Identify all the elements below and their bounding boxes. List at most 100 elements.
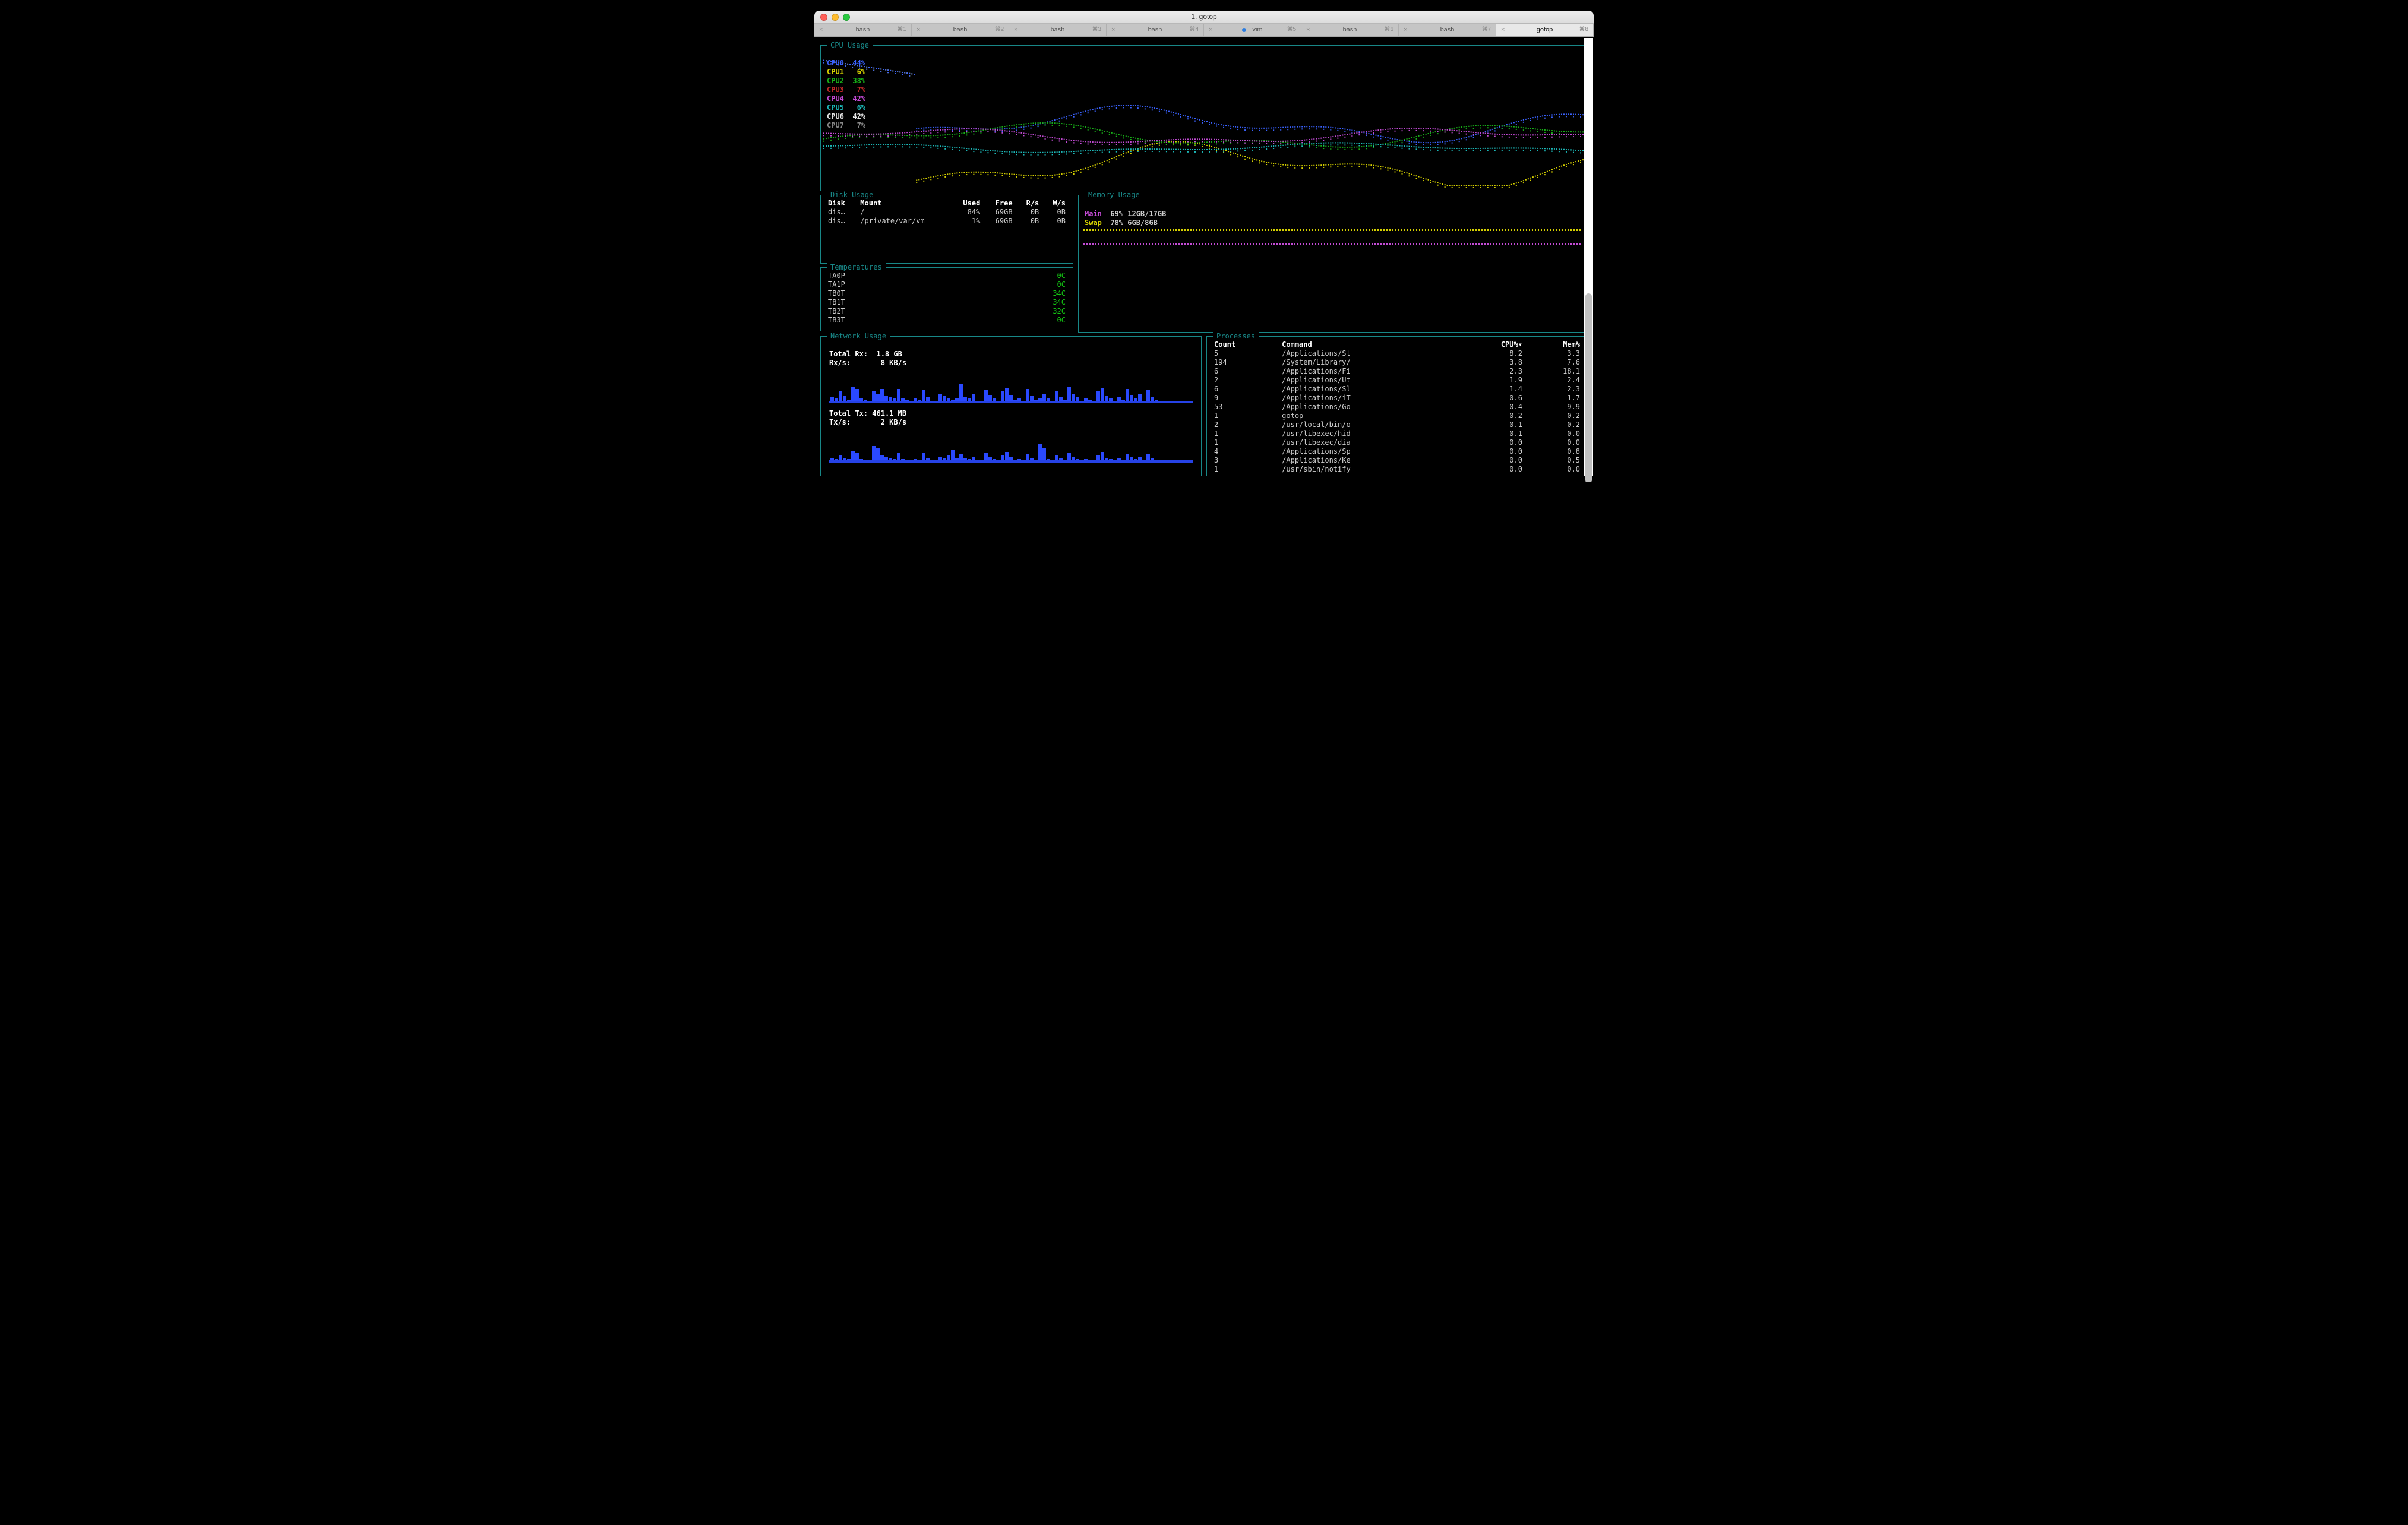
process-table[interactable]: CountCommandCPU%▾Mem%5/Applications/St8.… [1211,340,1584,474]
close-tab-icon[interactable]: × [819,26,823,34]
close-tab-icon[interactable]: × [1209,26,1212,34]
close-tab-icon[interactable]: × [1501,26,1505,34]
close-icon[interactable] [820,14,827,21]
tab-shortcut: ⌘4 [1189,26,1199,34]
temp-row-TA1P: TA1P0C [824,280,1069,289]
window-title: 1. gotop [850,12,1558,21]
proc-col-command[interactable]: Command [1278,340,1458,349]
close-tab-icon[interactable]: × [1111,26,1115,34]
process-row[interactable]: 6/Applications/Sl1.42.3 [1211,385,1584,394]
panel-title: Disk Usage [827,191,877,200]
scrollbar[interactable] [1584,38,1593,476]
tab-strip: ×bash⌘1×bash⌘2×bash⌘3×bash⌘4×vim⌘5×bash⌘… [814,24,1594,37]
close-tab-icon[interactable]: × [1404,26,1407,34]
tab-gotop-8[interactable]: ×gotop⌘8 [1496,24,1594,36]
net-rx-rate: Rx/s: 8 KB/s [829,359,1193,368]
cpu-legend-cpu0: CPU0 44% [827,59,865,68]
net-tx-sparkline [829,439,1193,460]
disk-table: DiskMountUsedFreeR/sW/sdis…/84%69GB0B0Bd… [824,199,1069,226]
tab-label: bash [1343,26,1357,34]
tab-label: bash [1148,26,1162,34]
terminal-window: 1. gotop ×bash⌘1×bash⌘2×bash⌘3×bash⌘4×vi… [814,11,1594,482]
panel-title: Temperatures [827,263,886,272]
disk-row: dis…/private/var/vm1%69GB0B0B [824,217,1069,226]
process-row[interactable]: 1/usr/libexec/dia0.00.0 [1211,438,1584,447]
process-row[interactable]: 3/Applications/Ke0.00.5 [1211,456,1584,465]
tab-bash-4[interactable]: × bash ⌘4 [1107,24,1204,36]
net-rx-sparkline [829,379,1193,401]
tab-shortcut: ⌘6 [1384,26,1393,34]
proc-col-count[interactable]: Count [1211,340,1278,349]
tab-shortcut: ⌘5 [1287,26,1296,34]
sort-desc-icon: ▾ [1518,340,1522,349]
process-row[interactable]: 1/usr/sbin/notify0.00.0 [1211,465,1584,474]
cpu-legend-cpu5: CPU5 6% [827,103,865,112]
mem-swap-line: Swap 78% 6GB/8GB [1082,219,1584,227]
process-row[interactable]: 2/usr/local/bin/o0.10.2 [1211,420,1584,429]
terminal-body: CPU Usage CPU0 44%CPU1 6%CPU2 38%CPU3 7%… [814,37,1594,482]
panel-title: Memory Usage [1085,191,1143,200]
minimize-icon[interactable] [832,14,839,21]
process-row[interactable]: 5/Applications/St8.23.3 [1211,349,1584,358]
cpu-usage-panel: CPU Usage CPU0 44%CPU1 6%CPU2 38%CPU3 7%… [820,45,1588,191]
tab-bash-1[interactable]: × bash ⌘1 [814,24,912,36]
tab-bash-2[interactable]: ×bash⌘2 [912,24,1009,36]
tab-vim-5[interactable]: × vim ⌘5 [1204,24,1301,36]
temp-row-TB2T: TB2T32C [824,307,1069,316]
cpu-legend-cpu3: CPU3 7% [827,86,865,94]
temperatures-panel: Temperatures TA0P0CTA1P0CTB0T34CTB1T34CT… [820,267,1073,331]
process-row[interactable]: 2/Applications/Ut1.92.4 [1211,376,1584,385]
tab-shortcut: ⌘1 [897,26,906,34]
tab-shortcut: ⌘8 [1579,26,1588,34]
close-tab-icon[interactable]: × [1014,26,1017,34]
disk-col-r/s: R/s [1016,199,1043,208]
tab-label: bash [1440,26,1455,34]
tab-bash-7[interactable]: × bash ⌘7 [1399,24,1496,36]
tab-shortcut: ⌘7 [1481,26,1491,34]
tab-bash-6[interactable]: × bash ⌘6 [1301,24,1399,36]
process-row[interactable]: 9/Applications/iT0.61.7 [1211,394,1584,403]
process-row[interactable]: 53/Applications/Go0.49.9 [1211,403,1584,412]
network-usage-panel: Network Usage Total Rx: 1.8 GB Rx/s: 8 K… [820,336,1202,476]
cpu-legend-cpu2: CPU2 38% [827,77,865,86]
disk-col-used: Used [952,199,984,208]
cpu-legend-cpu7: CPU7 7% [827,121,865,130]
temp-row-TB3T: TB3T0C [824,316,1069,325]
tab-label: bash [856,26,870,34]
proc-col-cpu[interactable]: CPU%▾ [1458,340,1526,349]
modified-dot-icon [1242,28,1246,32]
tab-label: bash [1051,26,1065,34]
tab-label: vim [1252,26,1262,34]
zoom-icon[interactable] [843,14,850,21]
disk-row: dis…/84%69GB0B0B [824,208,1069,217]
cpu-legend-cpu6: CPU6 42% [827,112,865,121]
temp-row-TB1T: TB1T34C [824,298,1069,307]
mem-swap-graph [1083,229,1582,231]
process-row[interactable]: 194/System/Library/3.87.6 [1211,358,1584,367]
close-tab-icon[interactable]: × [1306,26,1310,34]
titlebar[interactable]: 1. gotop [814,11,1594,24]
tab-bash-3[interactable]: × bash ⌘3 [1009,24,1107,36]
net-rx-total: Total Rx: 1.8 GB [829,350,1193,359]
temp-row-TA0P: TA0P0C [824,271,1069,280]
close-tab-icon[interactable]: × [917,26,920,34]
process-row[interactable]: 4/Applications/Sp0.00.8 [1211,447,1584,456]
process-row[interactable]: 6/Applications/Fi2.318.1 [1211,367,1584,376]
tab-shortcut: ⌘3 [1092,26,1101,34]
cpu-legend-cpu1: CPU1 6% [827,68,865,77]
tab-shortcut: ⌘2 [994,26,1004,34]
cpu-graph [823,48,1585,188]
disk-col-w/s: W/s [1042,199,1069,208]
mem-main-line: Main 69% 12GB/17GB [1082,210,1584,219]
disk-usage-panel: Disk Usage DiskMountUsedFreeR/sW/sdis…/8… [820,195,1073,264]
panel-title: Network Usage [827,332,890,341]
proc-col-mem[interactable]: Mem% [1526,340,1584,349]
panel-title: Processes [1213,332,1259,341]
net-tx-total: Total Tx: 461.1 MB [829,409,1193,418]
scrollbar-thumb[interactable] [1585,293,1592,482]
mem-main-graph [1083,243,1582,245]
disk-col-mount: Mount [857,199,952,208]
process-row[interactable]: 1gotop0.20.2 [1211,412,1584,420]
process-row[interactable]: 1/usr/libexec/hid0.10.0 [1211,429,1584,438]
net-tx-rate: Tx/s: 2 KB/s [829,418,1193,427]
